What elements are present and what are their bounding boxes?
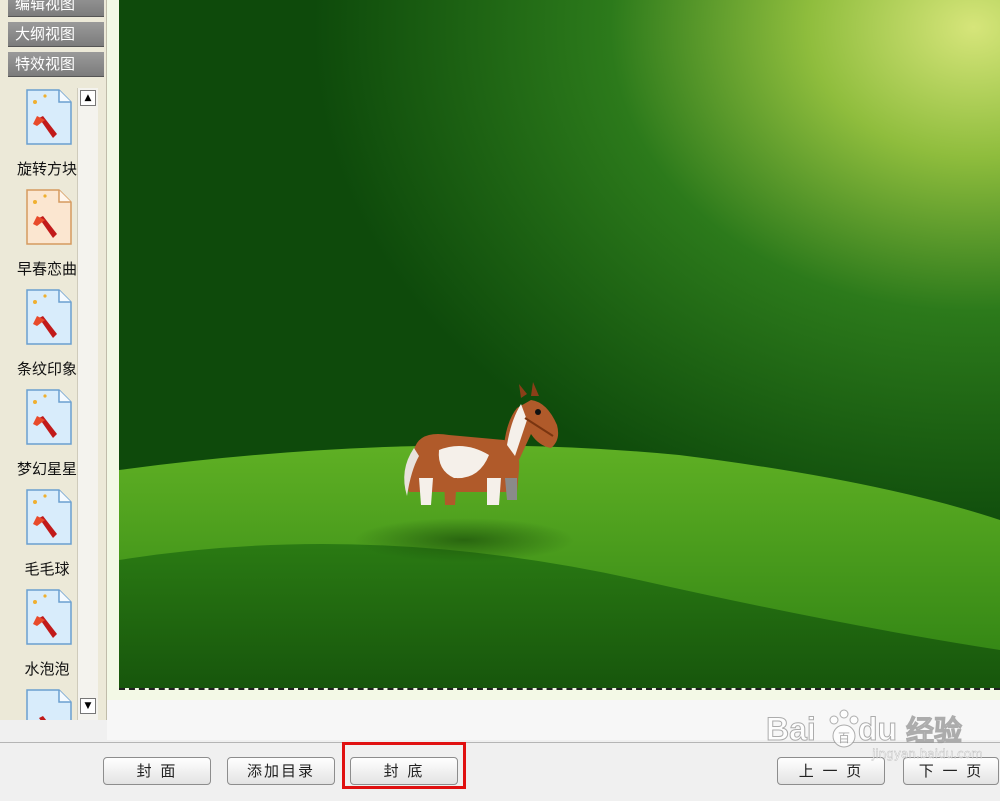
tab-effects-view[interactable]: 特效视图 [8,52,104,77]
effect-document-icon [26,589,72,645]
effect-label: 条纹印象 [16,360,77,378]
effect-item-rotating-cubes[interactable]: 旋转方块 [8,84,86,184]
effect-label: 水泡泡 [24,660,70,678]
page-canvas-area [107,0,1000,700]
watermark-brand3: du [858,711,897,747]
effect-list-scrollbar[interactable]: ▲ ▼ [77,88,98,720]
effect-label: 毛毛球 [24,560,70,578]
cover-button[interactable]: 封 面 [103,757,211,785]
watermark-brand2: 百 [838,731,850,745]
effect-item-early-spring[interactable]: 早春恋曲 [8,184,86,284]
effect-item-dream-stars[interactable]: 梦幻星星 [8,384,86,484]
baidu-jingyan-watermark: Bai 百 du 经验 jingyan.baidu.com [766,709,983,761]
paw-icon: 百 [829,709,859,748]
effects-panel: 编辑视图 大纲视图 特效视图 旋转方块 早春恋曲 条纹印象 梦幻星星 毛毛球 水… [0,0,107,720]
page-background-image [119,0,1000,688]
effect-item-partial[interactable] [8,684,86,720]
effect-item-stripes[interactable]: 条纹印象 [8,284,86,384]
tab-edit-view[interactable]: 编辑视图 [8,0,104,17]
book-page[interactable] [119,0,1000,690]
effect-document-icon [26,689,72,720]
effect-document-icon [26,189,72,245]
effect-label: 旋转方块 [16,160,77,178]
back-cover-button[interactable]: 封 底 [350,757,458,785]
effect-label: 梦幻星星 [16,460,77,478]
scroll-down-button[interactable]: ▼ [80,698,96,714]
watermark-text: 经验 [906,714,962,747]
effect-document-icon [26,289,72,345]
watermark-url: jingyan.baidu.com [871,747,983,761]
effect-document-icon [26,489,72,545]
effect-document-icon [26,89,72,145]
effect-item-bubbles[interactable]: 水泡泡 [8,584,86,684]
effect-item-fuzzy-ball[interactable]: 毛毛球 [8,484,86,584]
watermark-brand: Bai [766,711,816,747]
tab-outline-view[interactable]: 大纲视图 [8,22,104,47]
scroll-up-button[interactable]: ▲ [80,90,96,106]
effect-label: 早春恋曲 [16,260,77,278]
effect-document-icon [26,389,72,445]
add-toc-button[interactable]: 添加目录 [227,757,335,785]
